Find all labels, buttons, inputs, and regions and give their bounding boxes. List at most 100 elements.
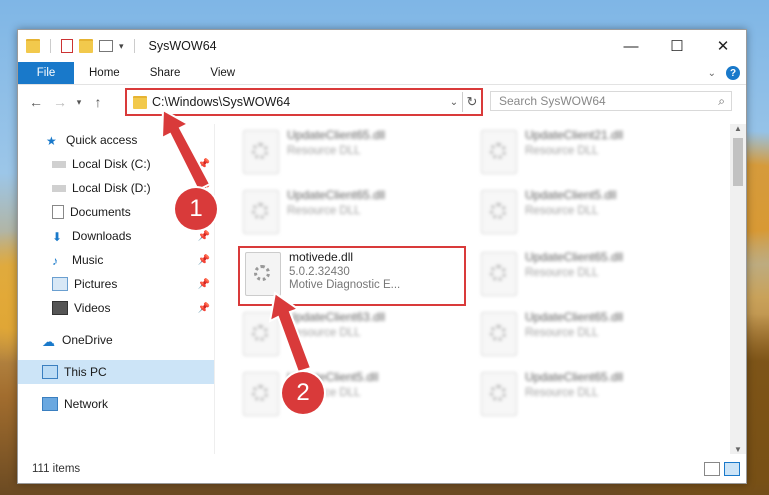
sidebar-item-quick-access[interactable]: ★ Quick access — [18, 128, 214, 152]
file-name: UpdateClient65.dll — [525, 310, 624, 324]
file-tile[interactable]: UpdateClient65.dll Resource DLL — [243, 186, 463, 242]
tab-view[interactable]: View — [195, 67, 250, 79]
file-tile[interactable]: UpdateClient5.dllResource DLL — [243, 368, 463, 424]
file-description: Resource DLL — [525, 387, 599, 399]
file-tile[interactable]: UpdateClient65.dll Resource DLL — [243, 126, 463, 182]
scrollbar-thumb[interactable] — [733, 138, 743, 186]
documents-icon — [52, 205, 64, 219]
search-icon[interactable]: ⌕ — [718, 94, 725, 109]
refresh-icon[interactable]: ↻ — [462, 92, 481, 112]
file-description: Resource DLL — [287, 205, 361, 217]
tab-file[interactable]: File — [18, 62, 74, 84]
file-name: UpdateClient65.dll — [525, 370, 624, 384]
file-description: Resource DLL — [525, 145, 599, 157]
file-tile[interactable]: UpdateClient65.dll Resource DLL — [481, 368, 701, 424]
sidebar-item-label: Network — [64, 397, 109, 411]
vertical-scrollbar[interactable]: ▲ ▼ — [730, 124, 746, 454]
recent-locations-icon[interactable]: ▾ — [72, 97, 86, 108]
pin-icon[interactable]: 📌 — [198, 231, 210, 242]
address-bar[interactable]: C:\Windows\SysWOW64 ⌄ ↻ — [125, 88, 483, 116]
step-badge-1: 1 — [175, 188, 217, 230]
quick-access-toolbar: ▾ — [26, 39, 139, 53]
item-count: 111 items — [32, 463, 81, 475]
scroll-down-icon[interactable]: ▼ — [730, 445, 746, 454]
customize-icon[interactable] — [99, 40, 113, 52]
search-placeholder: Search SysWOW64 — [499, 94, 606, 108]
folder-icon — [133, 95, 147, 109]
file-description: Resource DLL — [525, 205, 599, 217]
toolbar-divider — [50, 39, 51, 53]
file-explorer-window: ▾ SysWOW64 — ☐ ✕ File Home Share View ⌄ … — [17, 29, 747, 484]
pin-icon[interactable]: 📌 — [198, 255, 210, 266]
search-input[interactable]: Search SysWOW64 ⌕ — [490, 91, 732, 111]
ribbon-tabs: File Home Share View ⌄ ? — [18, 62, 746, 85]
file-tile[interactable]: UpdateClient21.dll Resource DLL — [481, 126, 701, 182]
drive-icon — [52, 160, 66, 168]
sidebar-item-videos[interactable]: Videos 📌 — [18, 296, 214, 320]
file-description: Resource DLL — [525, 327, 599, 339]
up-arrow-icon[interactable]: ↑ — [86, 94, 110, 110]
properties-icon[interactable] — [61, 39, 73, 53]
close-button[interactable]: ✕ — [700, 31, 746, 61]
sidebar-item-pictures[interactable]: Pictures 📌 — [18, 272, 214, 296]
sidebar-item-local-disk-c[interactable]: Local Disk (C:) 📌 — [18, 152, 214, 176]
tab-home[interactable]: Home — [74, 67, 135, 79]
ribbon-right: ⌄ ? — [708, 66, 746, 80]
tiles-view-icon[interactable] — [724, 462, 740, 476]
sidebar-item-label: Local Disk (D:) — [72, 181, 151, 195]
maximize-button[interactable]: ☐ — [654, 31, 700, 61]
file-tile[interactable]: UpdateClient65.dll Resource DLL — [481, 308, 701, 364]
step-badge-2: 2 — [282, 372, 324, 414]
toolbar-divider — [133, 39, 135, 53]
file-name: UpdateClient5.dll — [525, 188, 617, 202]
file-description: Resource DLL — [525, 267, 599, 279]
sidebar-item-downloads[interactable]: ⬇ Downloads 📌 — [18, 224, 214, 248]
file-tile[interactable]: UpdateClient65.dll Resource DLL — [481, 248, 701, 304]
file-description: Resource DLL — [287, 327, 361, 339]
new-folder-icon[interactable] — [79, 39, 93, 53]
computer-icon — [42, 365, 58, 379]
sidebar-item-music[interactable]: ♪ Music 📌 — [18, 248, 214, 272]
sidebar-item-label: Local Disk (C:) — [72, 157, 151, 171]
scroll-up-icon[interactable]: ▲ — [730, 124, 746, 133]
dll-file-icon — [481, 252, 517, 296]
network-icon — [42, 397, 58, 411]
sidebar-item-label: Quick access — [66, 133, 138, 147]
navigation-pane: ★ Quick access Local Disk (C:) 📌 Local D… — [18, 124, 214, 454]
sidebar-item-label: Music — [72, 253, 104, 267]
sidebar-item-network[interactable]: Network — [18, 392, 214, 416]
chevron-down-icon[interactable]: ▾ — [119, 41, 124, 52]
dll-file-icon — [243, 312, 279, 356]
pin-icon[interactable]: 📌 — [198, 159, 210, 170]
expand-ribbon-icon[interactable]: ⌄ — [708, 68, 716, 79]
chevron-down-icon[interactable]: ⌄ — [446, 97, 462, 108]
sidebar-item-label: OneDrive — [62, 333, 113, 347]
help-icon[interactable]: ? — [726, 66, 740, 80]
pin-icon[interactable]: 📌 — [198, 303, 210, 314]
file-tile[interactable]: UpdateClient5.dll Resource DLL — [481, 186, 701, 242]
sidebar-item-onedrive[interactable]: ☁ OneDrive — [18, 328, 214, 352]
file-name: UpdateClient21.dll — [525, 128, 624, 142]
star-icon: ★ — [46, 134, 57, 148]
file-tile[interactable]: UpdateClient63.dll Resource DLL — [243, 308, 463, 364]
details-view-icon[interactable] — [704, 462, 720, 476]
minimize-button[interactable]: — — [608, 31, 654, 61]
sidebar-item-label: Videos — [74, 301, 111, 315]
file-name: UpdateClient65.dll — [525, 250, 624, 264]
download-icon: ⬇ — [52, 230, 63, 244]
forward-arrow-icon[interactable]: → — [48, 94, 72, 110]
file-name: UpdateClient65.dll — [287, 128, 386, 142]
status-bar: 111 items — [18, 455, 746, 483]
pane-divider — [214, 124, 215, 454]
address-path[interactable]: C:\Windows\SysWOW64 — [152, 95, 446, 109]
file-description: Resource DLL — [287, 145, 361, 157]
file-name: UpdateClient65.dll — [287, 188, 386, 202]
dll-file-icon — [243, 130, 279, 174]
view-switcher — [704, 462, 740, 476]
back-arrow-icon[interactable]: ← — [24, 94, 48, 110]
tab-share[interactable]: Share — [135, 67, 196, 79]
sidebar-item-this-pc[interactable]: This PC — [18, 360, 214, 384]
file-name: UpdateClient63.dll — [287, 310, 386, 324]
pin-icon[interactable]: 📌 — [198, 279, 210, 290]
folder-icon[interactable] — [26, 39, 40, 53]
